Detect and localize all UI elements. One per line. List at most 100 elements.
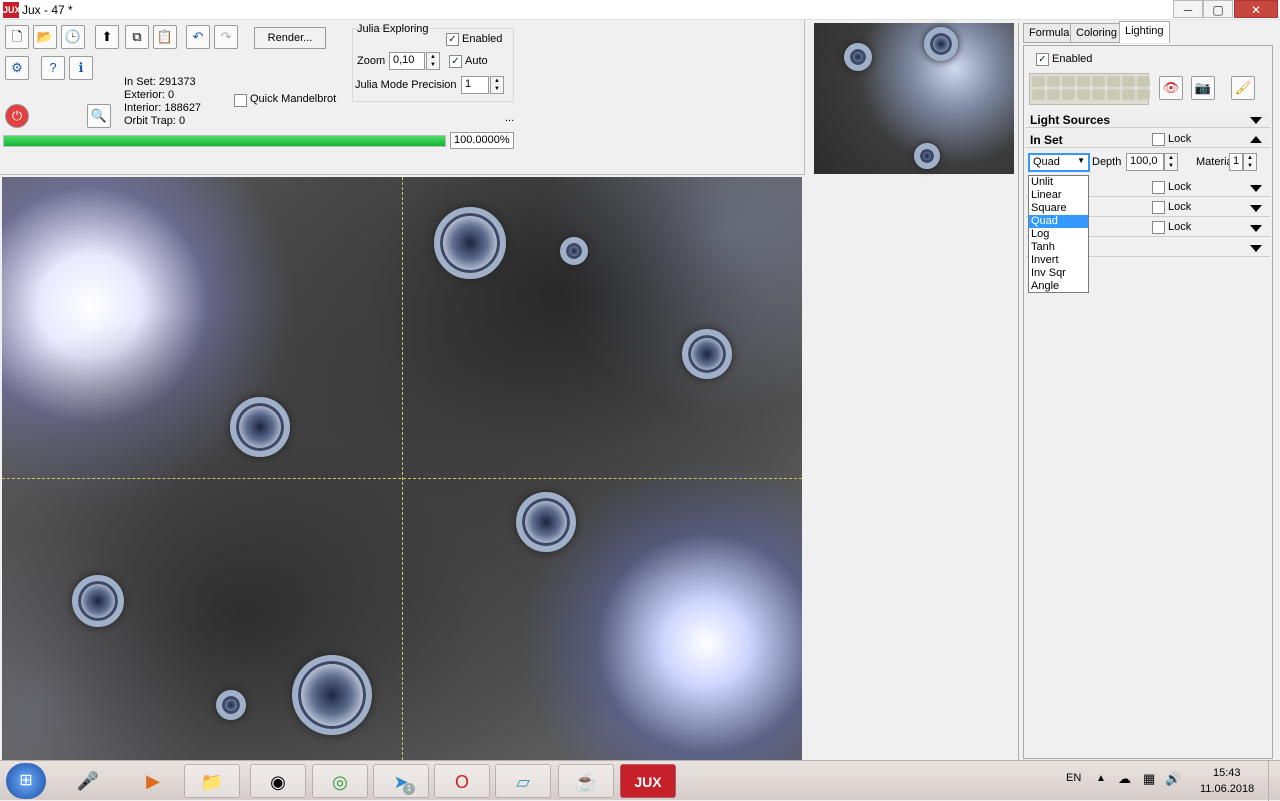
- close-button[interactable]: ✕: [1234, 0, 1278, 18]
- auto-checkbox[interactable]: ✓: [449, 55, 462, 68]
- lighting-mode-dropdown: Unlit Linear Square Quad Log Tanh Invert…: [1028, 175, 1089, 293]
- material-input[interactable]: 1: [1229, 153, 1243, 171]
- more-ellipsis[interactable]: ...: [505, 112, 514, 124]
- julia-enabled-label: Enabled: [462, 33, 503, 45]
- fractal-canvas[interactable]: [2, 177, 802, 760]
- precision-spinner[interactable]: ▲ ▼: [490, 76, 504, 94]
- progress-bar: [3, 135, 446, 147]
- zoom-spinner[interactable]: ▲ ▼: [426, 52, 440, 70]
- app-logo: JUX: [3, 2, 21, 18]
- volume-icon[interactable]: 🔊: [1165, 771, 1181, 787]
- lighting-enabled-checkbox[interactable]: ✓: [1036, 53, 1049, 66]
- in-set-stat: In Set: 291373: [124, 76, 196, 88]
- info-icon[interactable]: ℹ: [69, 56, 93, 80]
- render-button[interactable]: Render...: [254, 27, 326, 49]
- notes-app-icon[interactable]: ▱: [495, 764, 551, 798]
- in-set-header[interactable]: In Set Lock: [1026, 132, 1270, 148]
- eye-icon[interactable]: 👁: [1159, 76, 1183, 100]
- opera-icon[interactable]: O: [434, 764, 490, 798]
- show-desktop-button[interactable]: [1268, 761, 1280, 801]
- lighting-panel: ✓ Enabled 👁 📷 🖌 Light Sources In Set Loc…: [1023, 45, 1273, 759]
- spiral-shape: [434, 207, 506, 279]
- maximize-button[interactable]: ▢: [1203, 0, 1233, 18]
- panda-app-icon[interactable]: ◉: [250, 764, 306, 798]
- light-sources-label: Light Sources: [1030, 113, 1111, 127]
- crosshair-horizontal: [2, 478, 802, 479]
- spiral-shape: [682, 329, 732, 379]
- zoom-input[interactable]: 0,10: [389, 52, 425, 70]
- dropdown-option-selected[interactable]: Quad: [1029, 215, 1088, 228]
- microphone-icon[interactable]: 🎤: [60, 764, 116, 798]
- clock-date[interactable]: 11.06.2018: [1200, 783, 1254, 795]
- light-sources-header[interactable]: Light Sources: [1026, 112, 1270, 128]
- window-title: Jux - 47 *: [22, 3, 73, 17]
- settings-panel: Formula Coloring Lighting ✓ Enabled 👁 📷 …: [1018, 21, 1280, 760]
- light-preset-cells: [1030, 74, 1150, 102]
- chevron-down-icon: [1250, 245, 1262, 252]
- title-bar: JUX Jux - 47 * ─ ▢ ✕: [0, 0, 1280, 20]
- file-explorer-icon[interactable]: 📁: [184, 764, 240, 798]
- new-file-icon[interactable]: 🗋: [5, 25, 29, 49]
- brush-icon[interactable]: 🖌: [1231, 76, 1255, 100]
- lighting-mode-select[interactable]: Quad ▼: [1028, 153, 1090, 172]
- lock-checkbox[interactable]: [1152, 201, 1165, 214]
- dropdown-option[interactable]: Angle: [1029, 280, 1088, 293]
- auto-label: Auto: [465, 55, 488, 67]
- magnifier-icon[interactable]: 🔍: [87, 104, 111, 128]
- lighting-mode-value: Quad: [1033, 156, 1060, 168]
- lock-checkbox[interactable]: [1152, 181, 1165, 194]
- in-set-lock-label: Lock: [1168, 133, 1192, 145]
- telegram-icon[interactable]: ➤: [373, 764, 429, 798]
- paste-icon[interactable]: 📋: [153, 25, 177, 49]
- language-indicator[interactable]: EN: [1066, 772, 1081, 784]
- crosshair-vertical: [402, 177, 403, 760]
- chevron-up-icon: [1250, 136, 1262, 143]
- precision-input[interactable]: 1: [461, 76, 489, 94]
- minimize-button[interactable]: ─: [1173, 0, 1203, 18]
- recent-file-icon[interactable]: 🕒: [61, 25, 85, 49]
- power-icon[interactable]: ⏻: [5, 104, 29, 128]
- in-set-lock-checkbox[interactable]: [1152, 133, 1165, 146]
- tab-formula[interactable]: Formula: [1023, 23, 1076, 43]
- depth-label: Depth: [1092, 156, 1122, 168]
- clock-time[interactable]: 15:43: [1213, 767, 1241, 779]
- julia-preview[interactable]: [814, 23, 1014, 174]
- dropdown-option[interactable]: Invert: [1029, 254, 1088, 267]
- tray-arrow-icon[interactable]: ▲: [1096, 773, 1106, 784]
- network-icon[interactable]: ▦: [1143, 771, 1155, 787]
- quick-mandelbrot-checkbox[interactable]: [234, 94, 247, 107]
- export-icon[interactable]: ⬆: [95, 25, 119, 49]
- dropdown-option[interactable]: Log: [1029, 228, 1088, 241]
- jux-app-icon[interactable]: JUX: [620, 764, 676, 798]
- light-preset-grid[interactable]: [1029, 73, 1150, 105]
- spiral-shape: [844, 43, 872, 71]
- julia-enabled-checkbox[interactable]: ✓: [446, 33, 459, 46]
- start-button-icon[interactable]: ⊞: [6, 763, 46, 799]
- lock-label: Lock: [1168, 201, 1192, 213]
- dropdown-option[interactable]: Square: [1029, 202, 1088, 215]
- dropdown-option[interactable]: Unlit: [1029, 176, 1088, 189]
- lock-checkbox[interactable]: [1152, 221, 1165, 234]
- java-icon[interactable]: ☕: [558, 764, 614, 798]
- dropdown-option[interactable]: Linear: [1029, 189, 1088, 202]
- depth-spinner[interactable]: ▲ ▼: [1164, 153, 1178, 171]
- copy-icon[interactable]: ⧉: [125, 25, 149, 49]
- depth-input[interactable]: 100,0: [1126, 153, 1164, 171]
- tab-coloring[interactable]: Coloring: [1070, 23, 1123, 43]
- help-icon[interactable]: ?: [41, 56, 65, 80]
- in-set-label: In Set: [1030, 133, 1063, 147]
- material-spinner[interactable]: ▲ ▼: [1243, 153, 1257, 171]
- open-folder-icon[interactable]: 📂: [33, 25, 57, 49]
- tab-lighting[interactable]: Lighting: [1119, 21, 1170, 43]
- chrome-icon[interactable]: ◎: [312, 764, 368, 798]
- dropdown-option[interactable]: Tanh: [1029, 241, 1088, 254]
- camera-icon[interactable]: 📷: [1191, 76, 1215, 100]
- cloud-icon[interactable]: ☁: [1118, 771, 1131, 787]
- undo-icon[interactable]: ↶: [186, 25, 210, 49]
- lock-label: Lock: [1168, 181, 1192, 193]
- media-player-icon[interactable]: ▶: [125, 764, 181, 798]
- redo-icon[interactable]: ↷: [214, 25, 238, 49]
- settings-icon[interactable]: ⚙: [5, 56, 29, 80]
- dropdown-option[interactable]: Inv Sqr: [1029, 267, 1088, 280]
- julia-group-label: Julia Exploring: [357, 23, 429, 35]
